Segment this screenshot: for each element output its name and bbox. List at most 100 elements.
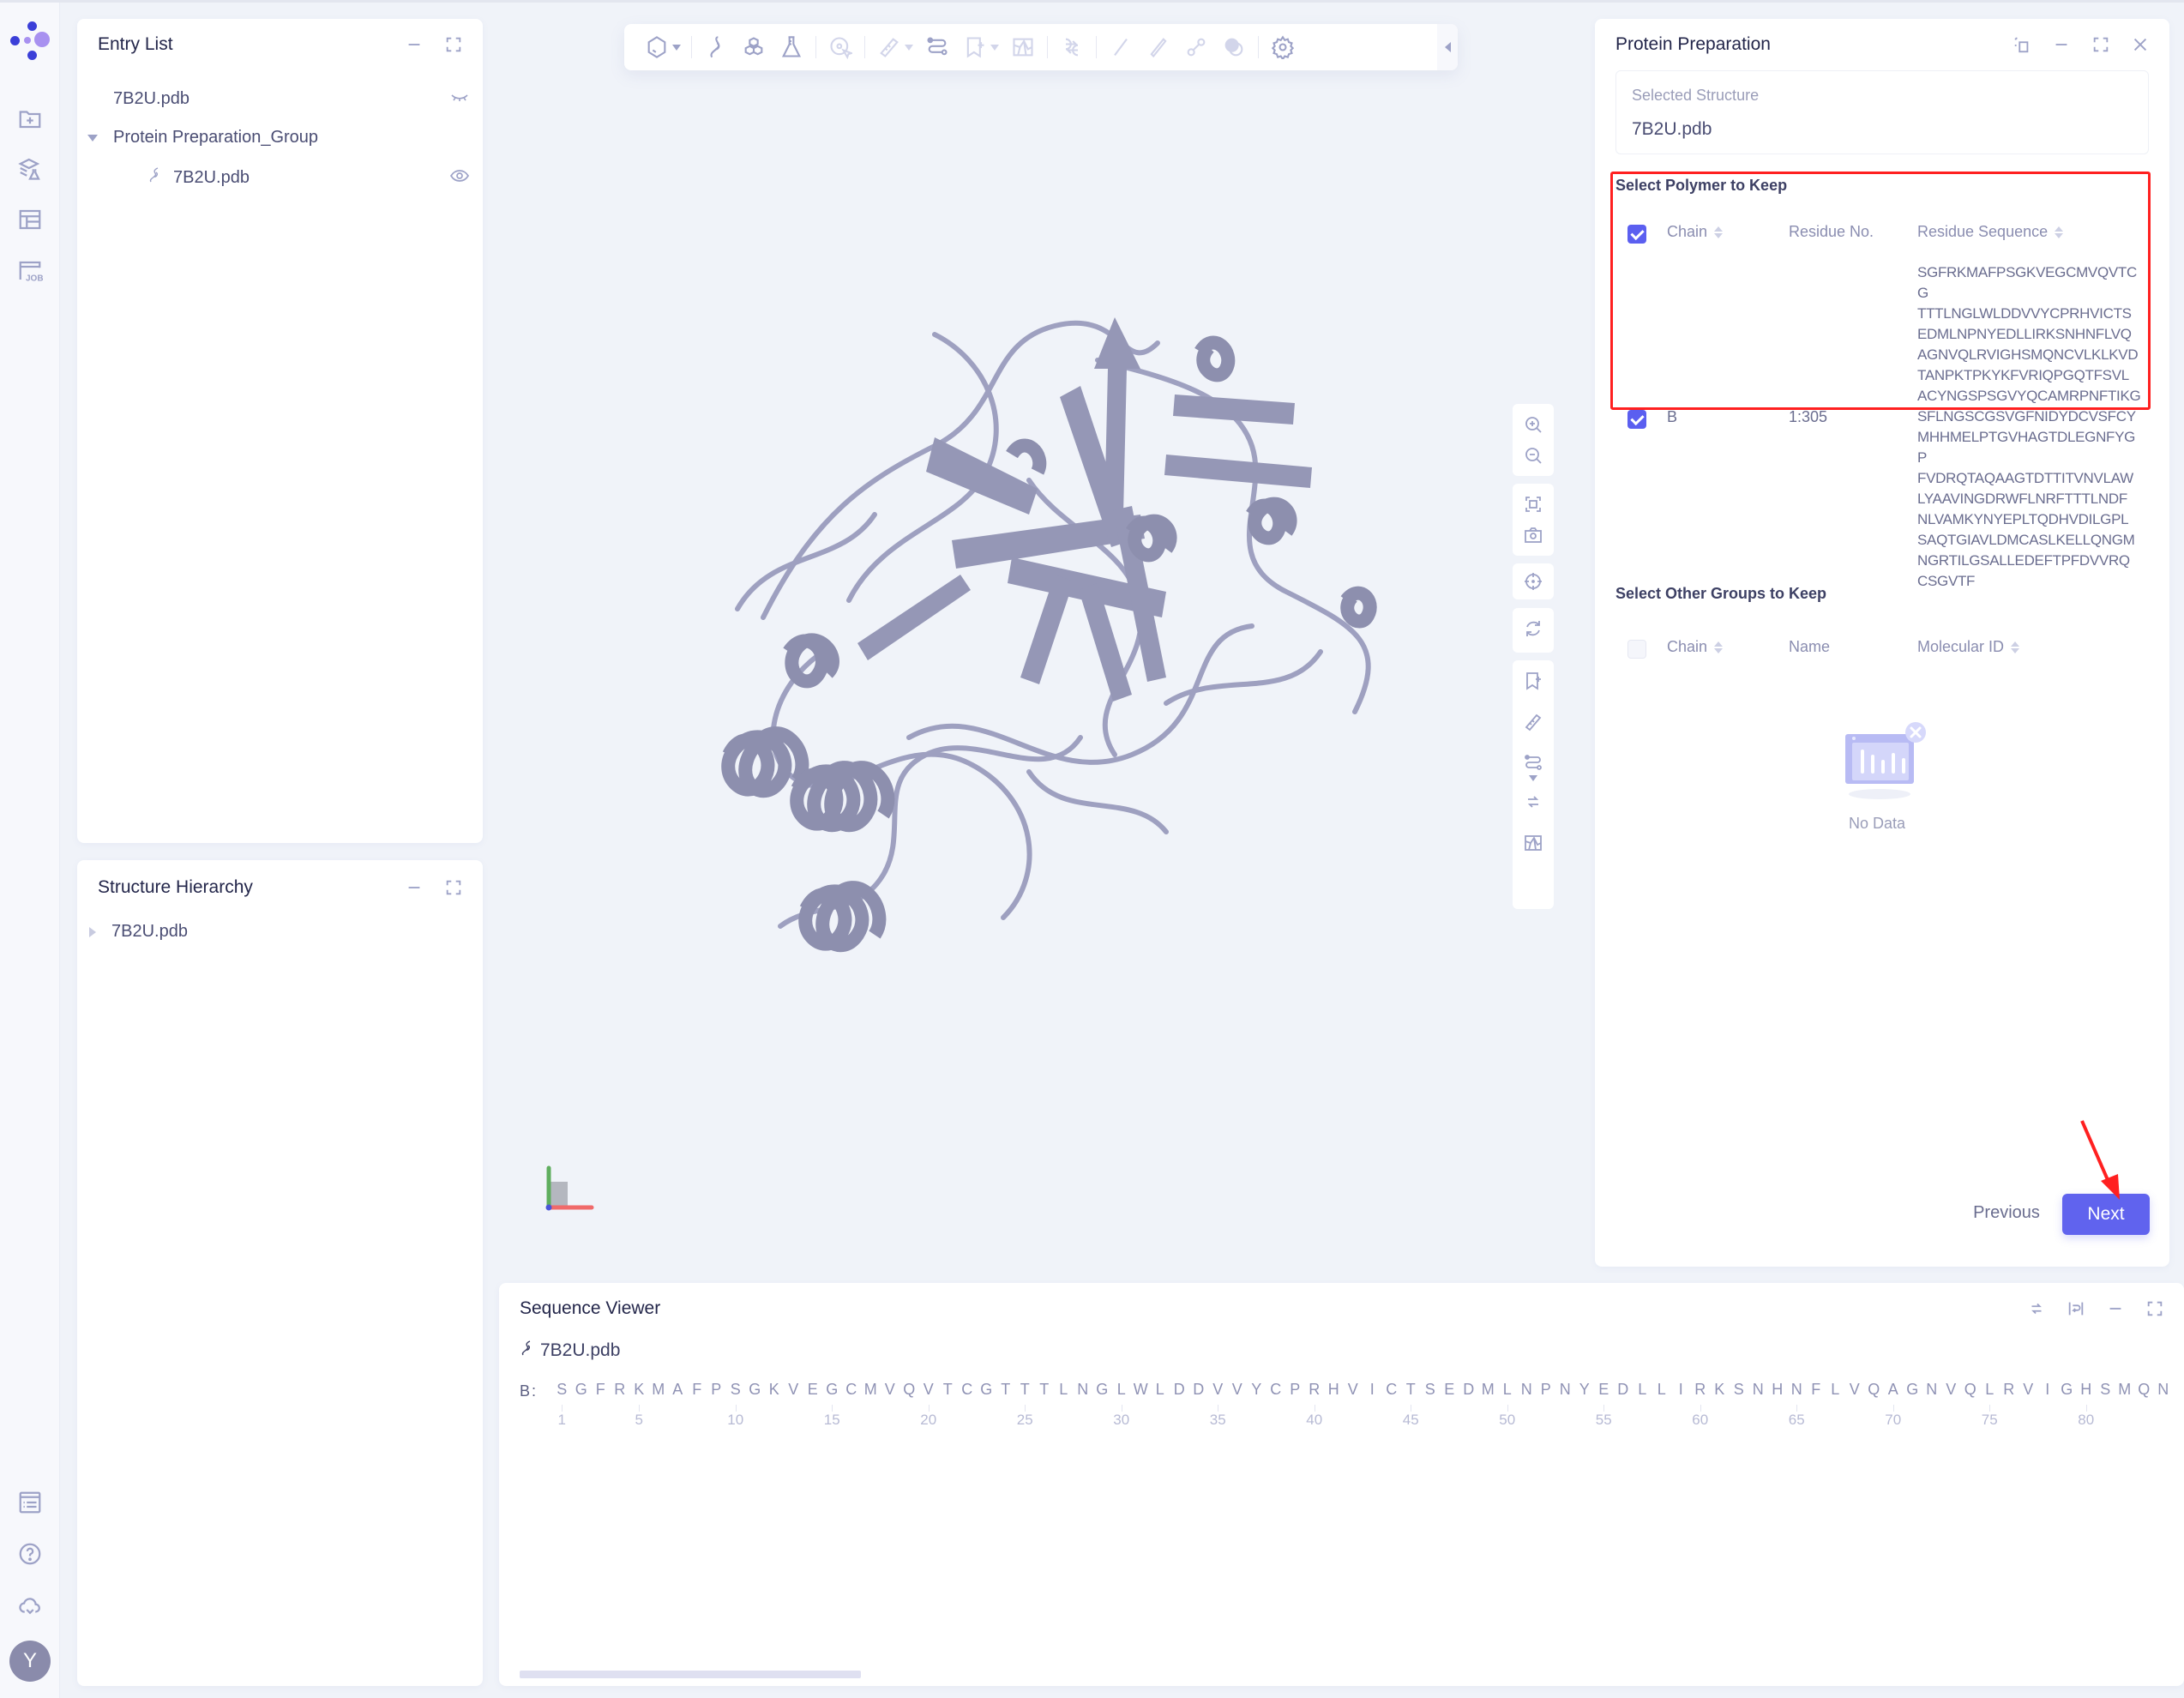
residue[interactable]: T [1401,1381,1421,1399]
residue[interactable]: A [1884,1381,1904,1399]
eye-icon[interactable] [449,168,470,188]
residue[interactable]: N [1748,1381,1768,1399]
ribbon-icon[interactable] [697,28,735,66]
sort-icon[interactable] [2011,641,2020,653]
hierarchy-item[interactable]: 7B2U.pdb [89,922,188,942]
entry-item[interactable]: 7B2U.pdb [113,89,469,109]
residue[interactable]: N [2154,1381,2174,1399]
residue[interactable]: V [1941,1381,1961,1399]
folder-plus-icon[interactable] [15,104,45,133]
column-residue-sequence[interactable]: Residue Sequence [1917,223,2064,241]
wrap-icon[interactable] [2066,1298,2086,1319]
sort-icon[interactable] [1714,641,1724,653]
residue[interactable]: V [919,1381,939,1399]
residue[interactable]: E [1594,1381,1614,1399]
residue[interactable]: F [688,1381,707,1399]
select-all-other-checkbox[interactable] [1627,640,1646,659]
residue[interactable]: P [1537,1381,1556,1399]
align-icon[interactable] [2026,1298,2047,1319]
residue[interactable]: D [1189,1381,1209,1399]
align-icon[interactable] [1053,28,1091,66]
residue[interactable]: V [2019,1381,2038,1399]
residue[interactable]: S [1730,1381,1749,1399]
residue[interactable]: K [765,1381,785,1399]
surface-icon[interactable] [1004,28,1042,66]
residue[interactable]: M [1478,1381,1498,1399]
residue[interactable]: Y [1575,1381,1595,1399]
column-chain[interactable]: Chain [1667,223,1724,241]
line-icon[interactable] [1102,28,1140,66]
residue[interactable]: L [1112,1381,1132,1399]
residue[interactable]: V [1208,1381,1228,1399]
bookmark-add-icon[interactable] [1514,660,1552,701]
eye-closed-icon[interactable] [450,89,469,109]
residue[interactable]: D [1170,1381,1189,1399]
layers-flask-icon[interactable] [15,154,45,183]
residue[interactable]: H [1768,1381,1788,1399]
residue[interactable]: V [1344,1381,1363,1399]
select-target-icon[interactable] [821,28,859,66]
residue[interactable]: H [2077,1381,2097,1399]
group-item[interactable]: Protein Preparation_Group [87,128,318,148]
residue[interactable]: I [2038,1381,2058,1399]
residue[interactable]: V [1845,1381,1865,1399]
residue[interactable]: N [1787,1381,1807,1399]
residue[interactable]: L [1151,1381,1170,1399]
residue[interactable]: T [1015,1381,1035,1399]
task-list-icon[interactable] [15,1488,45,1517]
residue[interactable]: N [1555,1381,1575,1399]
residue[interactable]: K [1710,1381,1730,1399]
residue[interactable]: M [649,1381,669,1399]
fullscreen-icon[interactable] [2091,34,2111,55]
next-button[interactable]: Next [2062,1194,2150,1235]
residue[interactable]: P [1285,1381,1305,1399]
previous-button[interactable]: Previous [1964,1194,2049,1231]
residue[interactable]: N [1922,1381,1942,1399]
residue[interactable]: F [1807,1381,1826,1399]
sequence-residues[interactable]: SGFRKMAFPSGKVEGCMVQVTCGTTTLNGLWLDDVVYCPR… [552,1381,2173,1399]
zoom-out-icon[interactable] [1514,435,1552,476]
expand-caret-icon[interactable] [89,926,96,937]
residue[interactable]: M [2115,1381,2135,1399]
residue[interactable]: L [1498,1381,1518,1399]
display-mode-icon[interactable] [638,28,676,66]
sort-icon[interactable] [1714,226,1724,238]
column-chain[interactable]: Chain [1667,638,1724,656]
settings-icon[interactable] [1264,28,1302,66]
residue[interactable]: I [1671,1381,1691,1399]
residue[interactable]: S [1421,1381,1441,1399]
minimize-icon[interactable] [2051,34,2072,55]
residue[interactable]: Q [1864,1381,1884,1399]
layout-icon[interactable] [15,205,45,234]
minimize-icon[interactable] [404,877,424,898]
chevron-down-icon[interactable] [672,44,681,51]
residue[interactable]: G [822,1381,842,1399]
pill-icon[interactable] [1140,28,1177,66]
residue[interactable]: C [842,1381,862,1399]
app-logo[interactable] [9,21,53,66]
residue[interactable]: F [591,1381,611,1399]
measure-icon[interactable] [1514,701,1552,743]
residue[interactable]: K [629,1381,649,1399]
residue[interactable]: C [958,1381,978,1399]
residue[interactable]: V [881,1381,900,1399]
chevron-down-icon[interactable] [905,44,913,51]
residue[interactable]: L [1980,1381,2000,1399]
residue[interactable]: Q [899,1381,919,1399]
residue[interactable]: C [1266,1381,1286,1399]
collapse-toolbar-button[interactable] [1437,24,1458,70]
column-molecular-id[interactable]: Molecular ID [1917,638,2020,656]
job-icon[interactable]: JOB [15,256,45,286]
residue[interactable]: L [1054,1381,1074,1399]
residue[interactable]: T [996,1381,1016,1399]
reset-rotate-icon[interactable] [1514,608,1552,649]
path-icon[interactable] [918,28,956,66]
sort-icon[interactable] [2055,226,2064,238]
entry-item[interactable]: 7B2U.pdb [147,166,470,189]
residue[interactable]: R [1691,1381,1711,1399]
residue[interactable]: L [1826,1381,1845,1399]
residue[interactable]: G [745,1381,765,1399]
residue[interactable]: V [1228,1381,1248,1399]
user-avatar[interactable]: Y [9,1641,51,1682]
residue[interactable]: G [1903,1381,1922,1399]
